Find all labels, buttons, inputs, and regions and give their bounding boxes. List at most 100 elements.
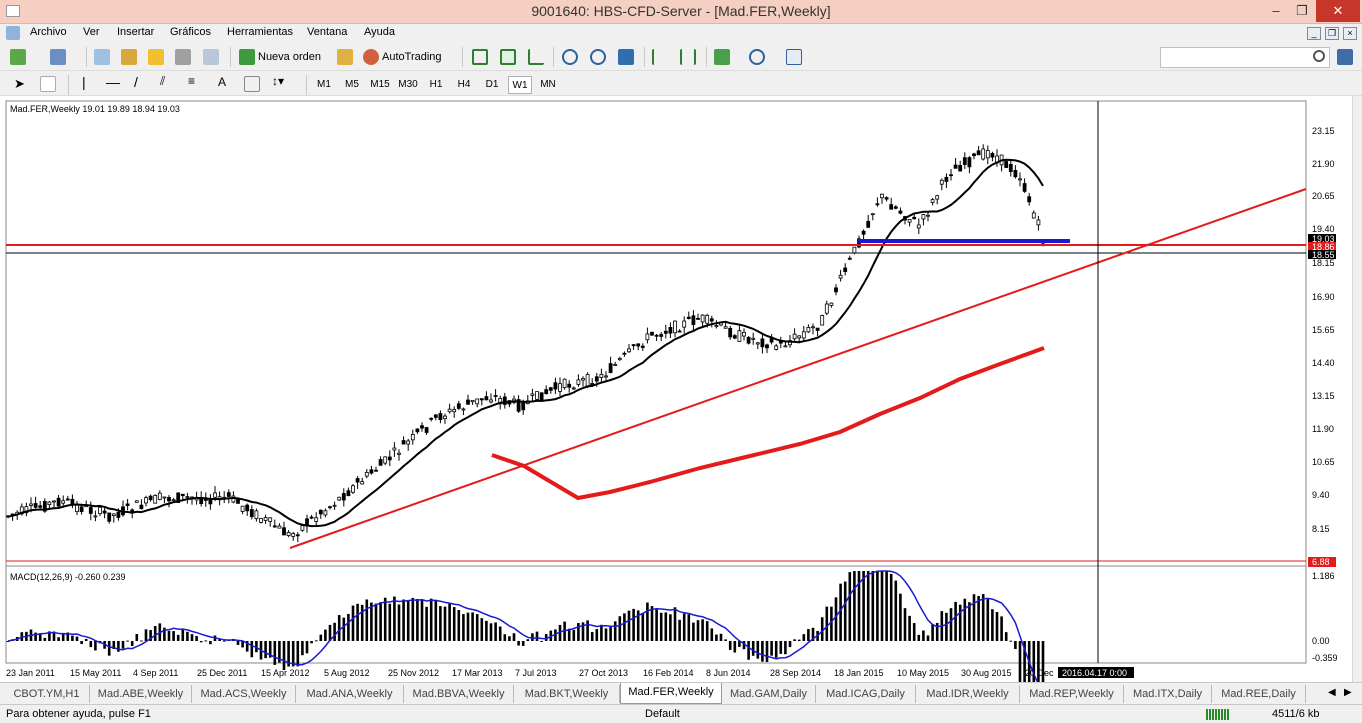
macd-bar	[80, 641, 83, 645]
tab-mad-abe[interactable]: Mad.ABE,Weekly	[90, 685, 192, 703]
search-input[interactable]	[1160, 47, 1330, 68]
zoom-in-icon[interactable]	[562, 49, 578, 65]
tab-mad-bbva[interactable]: Mad.BBVA,Weekly	[404, 685, 514, 703]
tf-h1[interactable]: H1	[424, 76, 448, 94]
restore-button[interactable]: ❐	[1288, 0, 1316, 22]
tab-mad-ana[interactable]: Mad.ANA,Weekly	[296, 685, 404, 703]
candle-body	[801, 331, 806, 339]
tab-cbot-ym[interactable]: CBOT.YM,H1	[4, 685, 90, 703]
strategy-tester-icon[interactable]	[203, 49, 219, 65]
text-label-icon[interactable]	[244, 76, 260, 92]
macd-bar	[121, 641, 125, 649]
chart-window[interactable]: Mad.FER,Weekly 19.01 19.89 18.94 19.03 M…	[0, 96, 1362, 701]
new-order-button[interactable]: Nueva orden	[236, 46, 324, 68]
templates-icon[interactable]	[786, 49, 802, 65]
terminal-icon[interactable]	[175, 49, 191, 65]
text-icon[interactable]: A	[218, 75, 226, 89]
chart-window-icon[interactable]	[6, 26, 20, 40]
tf-mn[interactable]: MN	[536, 76, 560, 94]
candle-body	[705, 314, 710, 324]
tile-windows-icon[interactable]	[618, 49, 634, 65]
tab-mad-rep[interactable]: Mad.REP,Weekly	[1020, 685, 1124, 703]
minimize-button[interactable]: –	[1262, 0, 1290, 22]
line-chart-icon[interactable]	[528, 49, 544, 65]
mdi-restore-button[interactable]: ❐	[1325, 27, 1339, 40]
menu-ayuda[interactable]: Ayuda	[364, 26, 395, 38]
tabs-scroll-left-icon[interactable]: ◀	[1328, 687, 1336, 698]
candle-body	[392, 447, 397, 451]
tf-m15[interactable]: M15	[368, 76, 392, 94]
macd-bar	[420, 599, 424, 641]
macd-bar	[397, 604, 401, 641]
tab-mad-ree[interactable]: Mad.REE,Daily	[1212, 685, 1306, 703]
close-button[interactable]: ✕	[1316, 0, 1360, 22]
tab-mad-fer[interactable]: Mad.FER,Weekly	[620, 683, 722, 704]
mdi-minimize-button[interactable]: _	[1307, 27, 1321, 40]
search-icon[interactable]	[1313, 50, 1325, 62]
candle-body	[581, 377, 585, 381]
macd-bar	[84, 638, 88, 641]
market-watch-icon[interactable]	[94, 49, 110, 65]
candle-body	[383, 456, 388, 464]
macd-bar	[659, 612, 663, 641]
periods-clock-icon[interactable]	[749, 49, 765, 65]
mdi-close-button[interactable]: ×	[1343, 27, 1357, 40]
bar-chart-icon[interactable]	[472, 49, 488, 65]
trendline-icon[interactable]: /	[134, 74, 138, 90]
tf-m30[interactable]: M30	[396, 76, 420, 94]
macd-bar	[761, 641, 764, 662]
candlestick-chart-icon[interactable]	[500, 49, 516, 65]
tab-mad-itx[interactable]: Mad.ITX,Daily	[1124, 685, 1212, 703]
candle-body	[291, 533, 296, 537]
menu-ver[interactable]: Ver	[83, 26, 100, 38]
data-window-icon[interactable]	[121, 49, 137, 65]
menu-archivo[interactable]: Archivo	[30, 26, 67, 38]
horizontal-line-icon[interactable]: —	[106, 74, 120, 90]
tab-mad-gam[interactable]: Mad.GAM,Daily	[722, 685, 816, 703]
navigator-icon[interactable]	[148, 49, 164, 65]
menu-graficos[interactable]: Gráficos	[170, 26, 211, 38]
tf-w1[interactable]: W1	[508, 76, 532, 94]
cursor-icon[interactable]: ➤	[14, 76, 25, 92]
autotrading-button[interactable]: AutoTrading	[360, 46, 445, 68]
channel-icon[interactable]: ⫽	[160, 74, 165, 89]
community-icon[interactable]	[1337, 49, 1353, 65]
tf-h4[interactable]: H4	[452, 76, 476, 94]
candle-body	[263, 517, 268, 521]
candle-body	[838, 274, 843, 279]
candle-body	[387, 456, 392, 461]
macd-bar	[365, 599, 369, 641]
tab-mad-acs[interactable]: Mad.ACS,Weekly	[192, 685, 296, 703]
tab-mad-idr[interactable]: Mad.IDR,Weekly	[916, 685, 1020, 703]
vertical-line-icon[interactable]: |	[82, 74, 86, 90]
chart-shift-icon[interactable]	[680, 49, 696, 65]
macd-bar	[705, 621, 709, 641]
tabs-scroll-right-icon[interactable]: ▶	[1344, 687, 1352, 698]
tf-m1[interactable]: M1	[312, 76, 336, 94]
metaeditor-icon[interactable]	[337, 49, 353, 65]
tab-mad-bkt[interactable]: Mad.BKT,Weekly	[514, 685, 620, 703]
candle-body	[723, 326, 728, 329]
new-chart-icon[interactable]	[10, 49, 26, 65]
profile-name[interactable]: Default	[645, 708, 680, 720]
candle-body	[852, 246, 857, 254]
date-tick: 18 Jan 2015	[834, 668, 884, 678]
vertical-scrollbar[interactable]	[1352, 96, 1362, 682]
macd-bar	[1000, 616, 1003, 641]
arrows-icon[interactable]: ↕▾	[272, 74, 284, 88]
fibonacci-icon[interactable]: ≡	[188, 74, 195, 88]
candle-body	[728, 327, 733, 338]
tf-d1[interactable]: D1	[480, 76, 504, 94]
profiles-icon[interactable]	[50, 49, 66, 65]
zoom-out-icon[interactable]	[590, 49, 606, 65]
menu-ventana[interactable]: Ventana	[307, 26, 347, 38]
indicators-icon[interactable]	[714, 49, 730, 65]
menu-herramientas[interactable]: Herramientas	[227, 26, 293, 38]
crosshair-icon[interactable]	[40, 76, 56, 92]
price-chart[interactable]: Mad.FER,Weekly 19.01 19.89 18.94 19.03 M…	[0, 96, 1352, 701]
tf-m5[interactable]: M5	[340, 76, 364, 94]
menu-insertar[interactable]: Insertar	[117, 26, 154, 38]
autoscroll-icon[interactable]	[652, 49, 668, 65]
candle-body	[880, 193, 884, 199]
tab-mad-icag[interactable]: Mad.ICAG,Daily	[816, 685, 916, 703]
